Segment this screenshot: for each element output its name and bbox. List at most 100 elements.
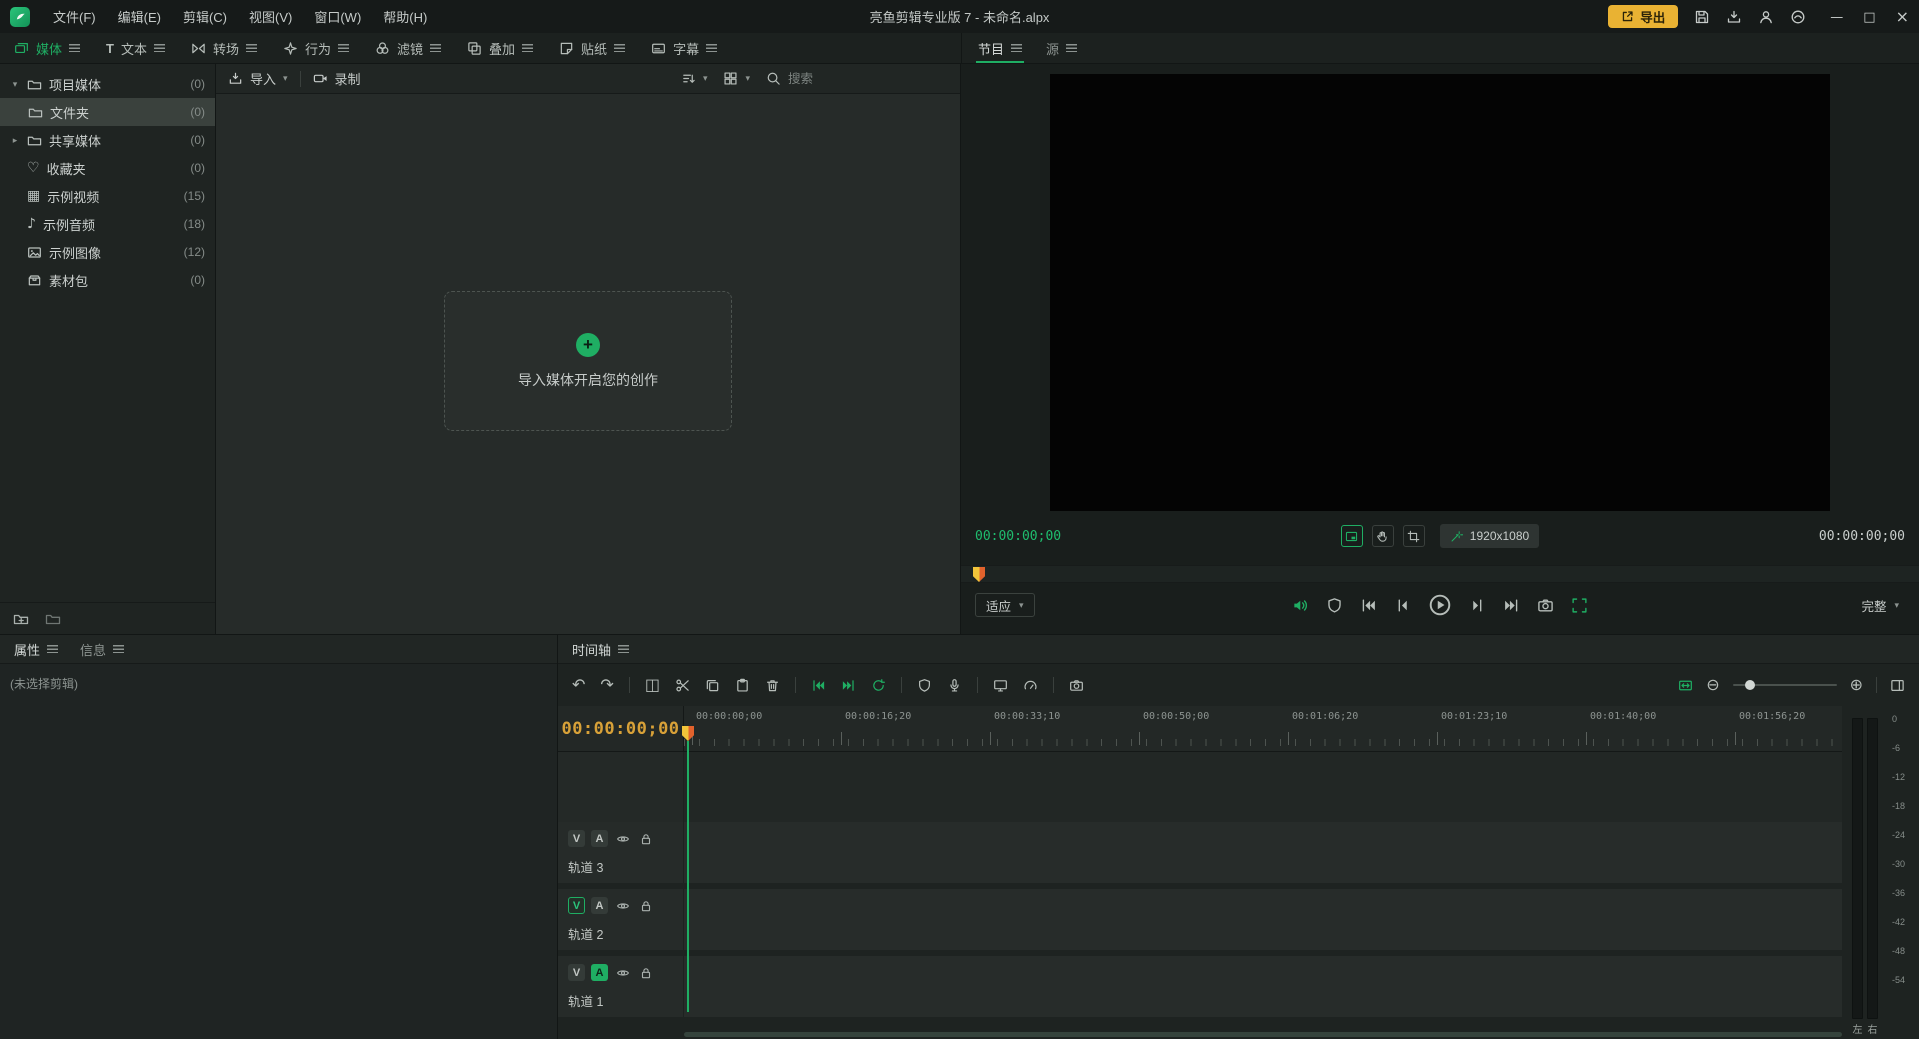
playhead-marker[interactable] [682,726,694,741]
eye-icon[interactable] [614,964,631,981]
download-icon[interactable] [1726,9,1742,25]
tab-text[interactable]: T 文本 [106,33,165,63]
close-button[interactable]: × [1896,9,1909,25]
folder-icon[interactable] [45,611,61,627]
track-3-lane[interactable] [684,822,1842,883]
import-button[interactable]: 导入 ▾ [228,69,288,88]
jump-end-icon[interactable] [1503,597,1520,614]
fullscreen-icon[interactable] [1571,597,1588,614]
sync-icon[interactable] [871,678,886,693]
track-2-lane[interactable] [684,889,1842,950]
export-button[interactable]: 导出 [1608,5,1678,28]
eye-icon[interactable] [614,830,631,847]
menu-window[interactable]: 窗口(W) [305,3,370,30]
next-frame-icon[interactable] [1469,597,1486,614]
sidebar-item-shared-media[interactable]: ▸ 共享媒体 (0) [0,126,215,154]
import-dropzone[interactable]: + 导入媒体开启您的创作 [444,291,732,431]
member-icon[interactable] [1790,9,1806,25]
jump-start-icon[interactable] [811,678,826,693]
stickers-menu-icon[interactable] [614,44,625,52]
scissors-icon[interactable] [675,678,690,693]
zoom-out-icon[interactable]: ⊖ [1706,677,1719,693]
source-menu-icon[interactable] [1066,44,1077,52]
speed-gauge-icon[interactable] [1023,678,1038,693]
menu-file[interactable]: 文件(F) [44,3,105,30]
zoom-in-icon[interactable]: ⊕ [1850,677,1863,693]
save-icon[interactable] [1694,9,1710,25]
tab-captions[interactable]: 字幕 [651,33,717,63]
playback-quality-dropdown[interactable]: 完整 ▾ [1851,593,1909,617]
track-1-lane[interactable] [684,956,1842,1017]
copy-icon[interactable] [705,678,720,693]
crop-icon[interactable] [1403,525,1425,547]
menu-help[interactable]: 帮助(H) [374,3,436,30]
maximize-button[interactable]: □ [1863,9,1875,24]
zoom-slider-handle[interactable] [1745,680,1755,690]
jump-end-icon[interactable] [841,678,856,693]
program-menu-icon[interactable] [1011,44,1022,52]
track-video-toggle[interactable]: V [568,897,585,914]
voiceover-mic-icon[interactable] [947,678,962,693]
timeline-scrollbar[interactable] [684,1032,1842,1037]
tab-filters[interactable]: 滤镜 [375,33,441,63]
sidebar-item-sample-videos[interactable]: ▦ 示例视频 (15) [0,182,215,210]
view-mode-button[interactable]: ▾ [723,71,750,86]
tab-source-monitor[interactable]: 源 [1046,33,1077,63]
previous-frame-icon[interactable] [1394,597,1411,614]
hand-icon[interactable] [1372,525,1394,547]
tab-info[interactable]: 信息 [80,640,124,659]
scrubber-playhead-marker[interactable] [973,567,985,582]
tab-media[interactable]: 媒体 [14,33,80,63]
text-menu-icon[interactable] [154,44,165,52]
side-panel-icon[interactable] [1890,678,1905,693]
filters-menu-icon[interactable] [430,44,441,52]
lock-icon[interactable] [637,897,654,914]
tab-program-monitor[interactable]: 节目 [978,33,1022,63]
scrollbar-thumb[interactable] [684,1032,1842,1037]
track-video-toggle[interactable]: V [568,964,585,981]
zoom-fit-icon[interactable] [1678,678,1693,693]
split-icon[interactable]: ◫ [645,677,660,693]
chevron-down-icon[interactable]: ▾ [10,80,20,89]
redo-icon[interactable]: ↷ [600,677,613,693]
shield-icon[interactable] [1326,597,1343,614]
resolution-badge[interactable]: 1920x1080 [1440,524,1539,548]
behaviors-menu-icon[interactable] [338,44,349,52]
tab-stickers[interactable]: 贴纸 [559,33,625,63]
tab-behaviors[interactable]: 行为 [283,33,349,63]
screen-record-icon[interactable] [993,678,1008,693]
track-audio-toggle[interactable]: A [591,830,608,847]
sidebar-item-asset-packs[interactable]: 素材包 (0) [0,266,215,294]
snapshot-icon[interactable] [1069,678,1084,693]
sidebar-item-sample-images[interactable]: 示例图像 (12) [0,238,215,266]
empty-track-dropzone[interactable] [558,752,1842,822]
timeline-ruler[interactable]: 00:00:00;00 00:00:00;00 00:00:16;20 00:0… [558,706,1919,752]
sidebar-item-favorites[interactable]: ♡ 收藏夹 (0) [0,154,215,182]
track-audio-toggle[interactable]: A [591,964,608,981]
timeline-playhead[interactable] [682,726,694,1012]
search-input[interactable] [788,72,848,86]
sidebar-item-sample-audio[interactable]: ♪ 示例音频 (18) [0,210,215,238]
media-menu-icon[interactable] [69,44,80,52]
account-icon[interactable] [1758,9,1774,25]
eye-icon[interactable] [614,897,631,914]
info-menu-icon[interactable] [113,645,124,653]
track-audio-toggle[interactable]: A [591,897,608,914]
track-video-toggle[interactable]: V [568,830,585,847]
sidebar-item-folder[interactable]: 文件夹 (0) [0,98,215,126]
volume-icon[interactable] [1292,597,1309,614]
lock-icon[interactable] [637,830,654,847]
shield-icon[interactable] [917,678,932,693]
zoom-slider[interactable] [1733,684,1837,686]
tab-overlays[interactable]: 叠加 [467,33,533,63]
chevron-right-icon[interactable]: ▸ [10,136,20,145]
record-button[interactable]: 录制 [313,69,361,88]
zoom-fit-dropdown[interactable]: 适应 ▾ [975,593,1035,617]
overlays-menu-icon[interactable] [522,44,533,52]
jump-start-icon[interactable] [1360,597,1377,614]
paste-icon[interactable] [735,678,750,693]
timeline-menu-icon[interactable] [618,645,629,653]
delete-icon[interactable] [765,678,780,693]
play-icon[interactable] [1428,593,1452,617]
menu-view[interactable]: 视图(V) [240,3,301,30]
